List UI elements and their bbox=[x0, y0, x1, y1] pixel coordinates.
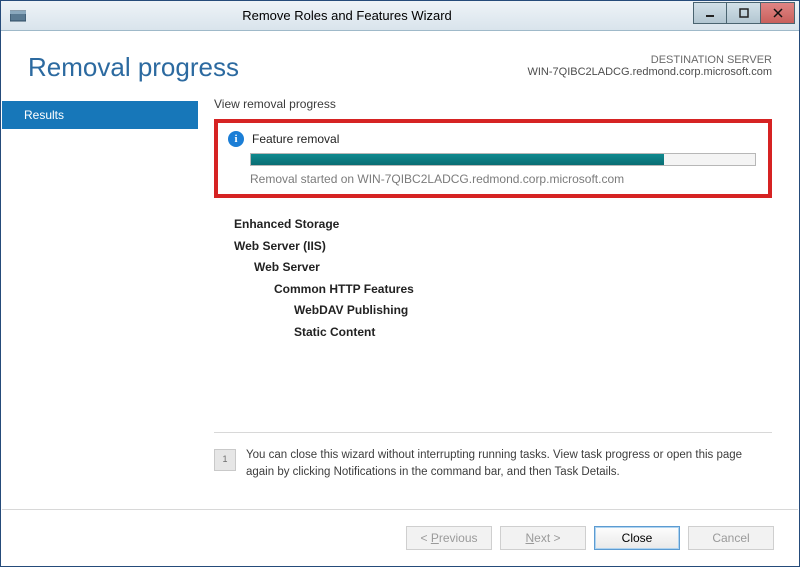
footer: < Previous Next > Close Cancel bbox=[2, 509, 798, 565]
feature-removal-label: Feature removal bbox=[252, 132, 339, 146]
tree-item-web-server-iis: Web Server (IIS) bbox=[234, 236, 768, 258]
server-info: DESTINATION SERVER WIN-7QIBC2LADCG.redmo… bbox=[527, 54, 772, 78]
progress-fill bbox=[251, 154, 664, 165]
close-window-button[interactable] bbox=[761, 2, 795, 24]
flag-icon: 1 bbox=[214, 449, 236, 471]
previous-button: < Previous bbox=[406, 526, 492, 550]
window-title: Remove Roles and Features Wizard bbox=[1, 8, 693, 23]
header: Removal progress DESTINATION SERVER WIN-… bbox=[2, 32, 798, 97]
body: Results View removal progress i Feature … bbox=[2, 97, 798, 489]
close-button[interactable]: Close bbox=[594, 526, 680, 550]
sidebar-item-results[interactable]: Results bbox=[2, 101, 198, 129]
tree-item-enhanced-storage: Enhanced Storage bbox=[234, 214, 768, 236]
content: Removal progress DESTINATION SERVER WIN-… bbox=[2, 32, 798, 565]
destination-server-name: WIN-7QIBC2LADCG.redmond.corp.microsoft.c… bbox=[527, 66, 772, 78]
progress-bar bbox=[250, 153, 756, 166]
progress-status-text: Removal started on WIN-7QIBC2LADCG.redmo… bbox=[250, 172, 758, 186]
info-icon: i bbox=[228, 131, 244, 147]
window-controls bbox=[693, 2, 795, 24]
wizard-window: Remove Roles and Features Wizard Removal… bbox=[0, 0, 800, 567]
tree-item-common-http: Common HTTP Features bbox=[234, 279, 768, 301]
cancel-button: Cancel bbox=[688, 526, 774, 550]
tree-item-webdav: WebDAV Publishing bbox=[234, 300, 768, 322]
destination-server-label: DESTINATION SERVER bbox=[527, 54, 772, 66]
feature-removal-row: i Feature removal bbox=[228, 131, 758, 147]
maximize-button[interactable] bbox=[727, 2, 761, 24]
feature-tree: Enhanced Storage Web Server (IIS) Web Se… bbox=[214, 204, 772, 344]
tree-item-static-content: Static Content bbox=[234, 322, 768, 344]
page-title: Removal progress bbox=[28, 52, 239, 83]
hint-separator bbox=[214, 432, 772, 433]
progress-highlight: i Feature removal Removal started on WIN… bbox=[214, 119, 772, 198]
titlebar: Remove Roles and Features Wizard bbox=[1, 1, 799, 31]
next-button: Next > bbox=[500, 526, 586, 550]
main-panel: View removal progress i Feature removal … bbox=[198, 97, 798, 489]
hint-text: You can close this wizard without interr… bbox=[246, 447, 772, 482]
hint-row: 1 You can close this wizard without inte… bbox=[214, 447, 772, 482]
view-progress-label: View removal progress bbox=[214, 97, 772, 111]
sidebar: Results bbox=[2, 97, 198, 489]
tree-item-web-server: Web Server bbox=[234, 257, 768, 279]
minimize-button[interactable] bbox=[693, 2, 727, 24]
